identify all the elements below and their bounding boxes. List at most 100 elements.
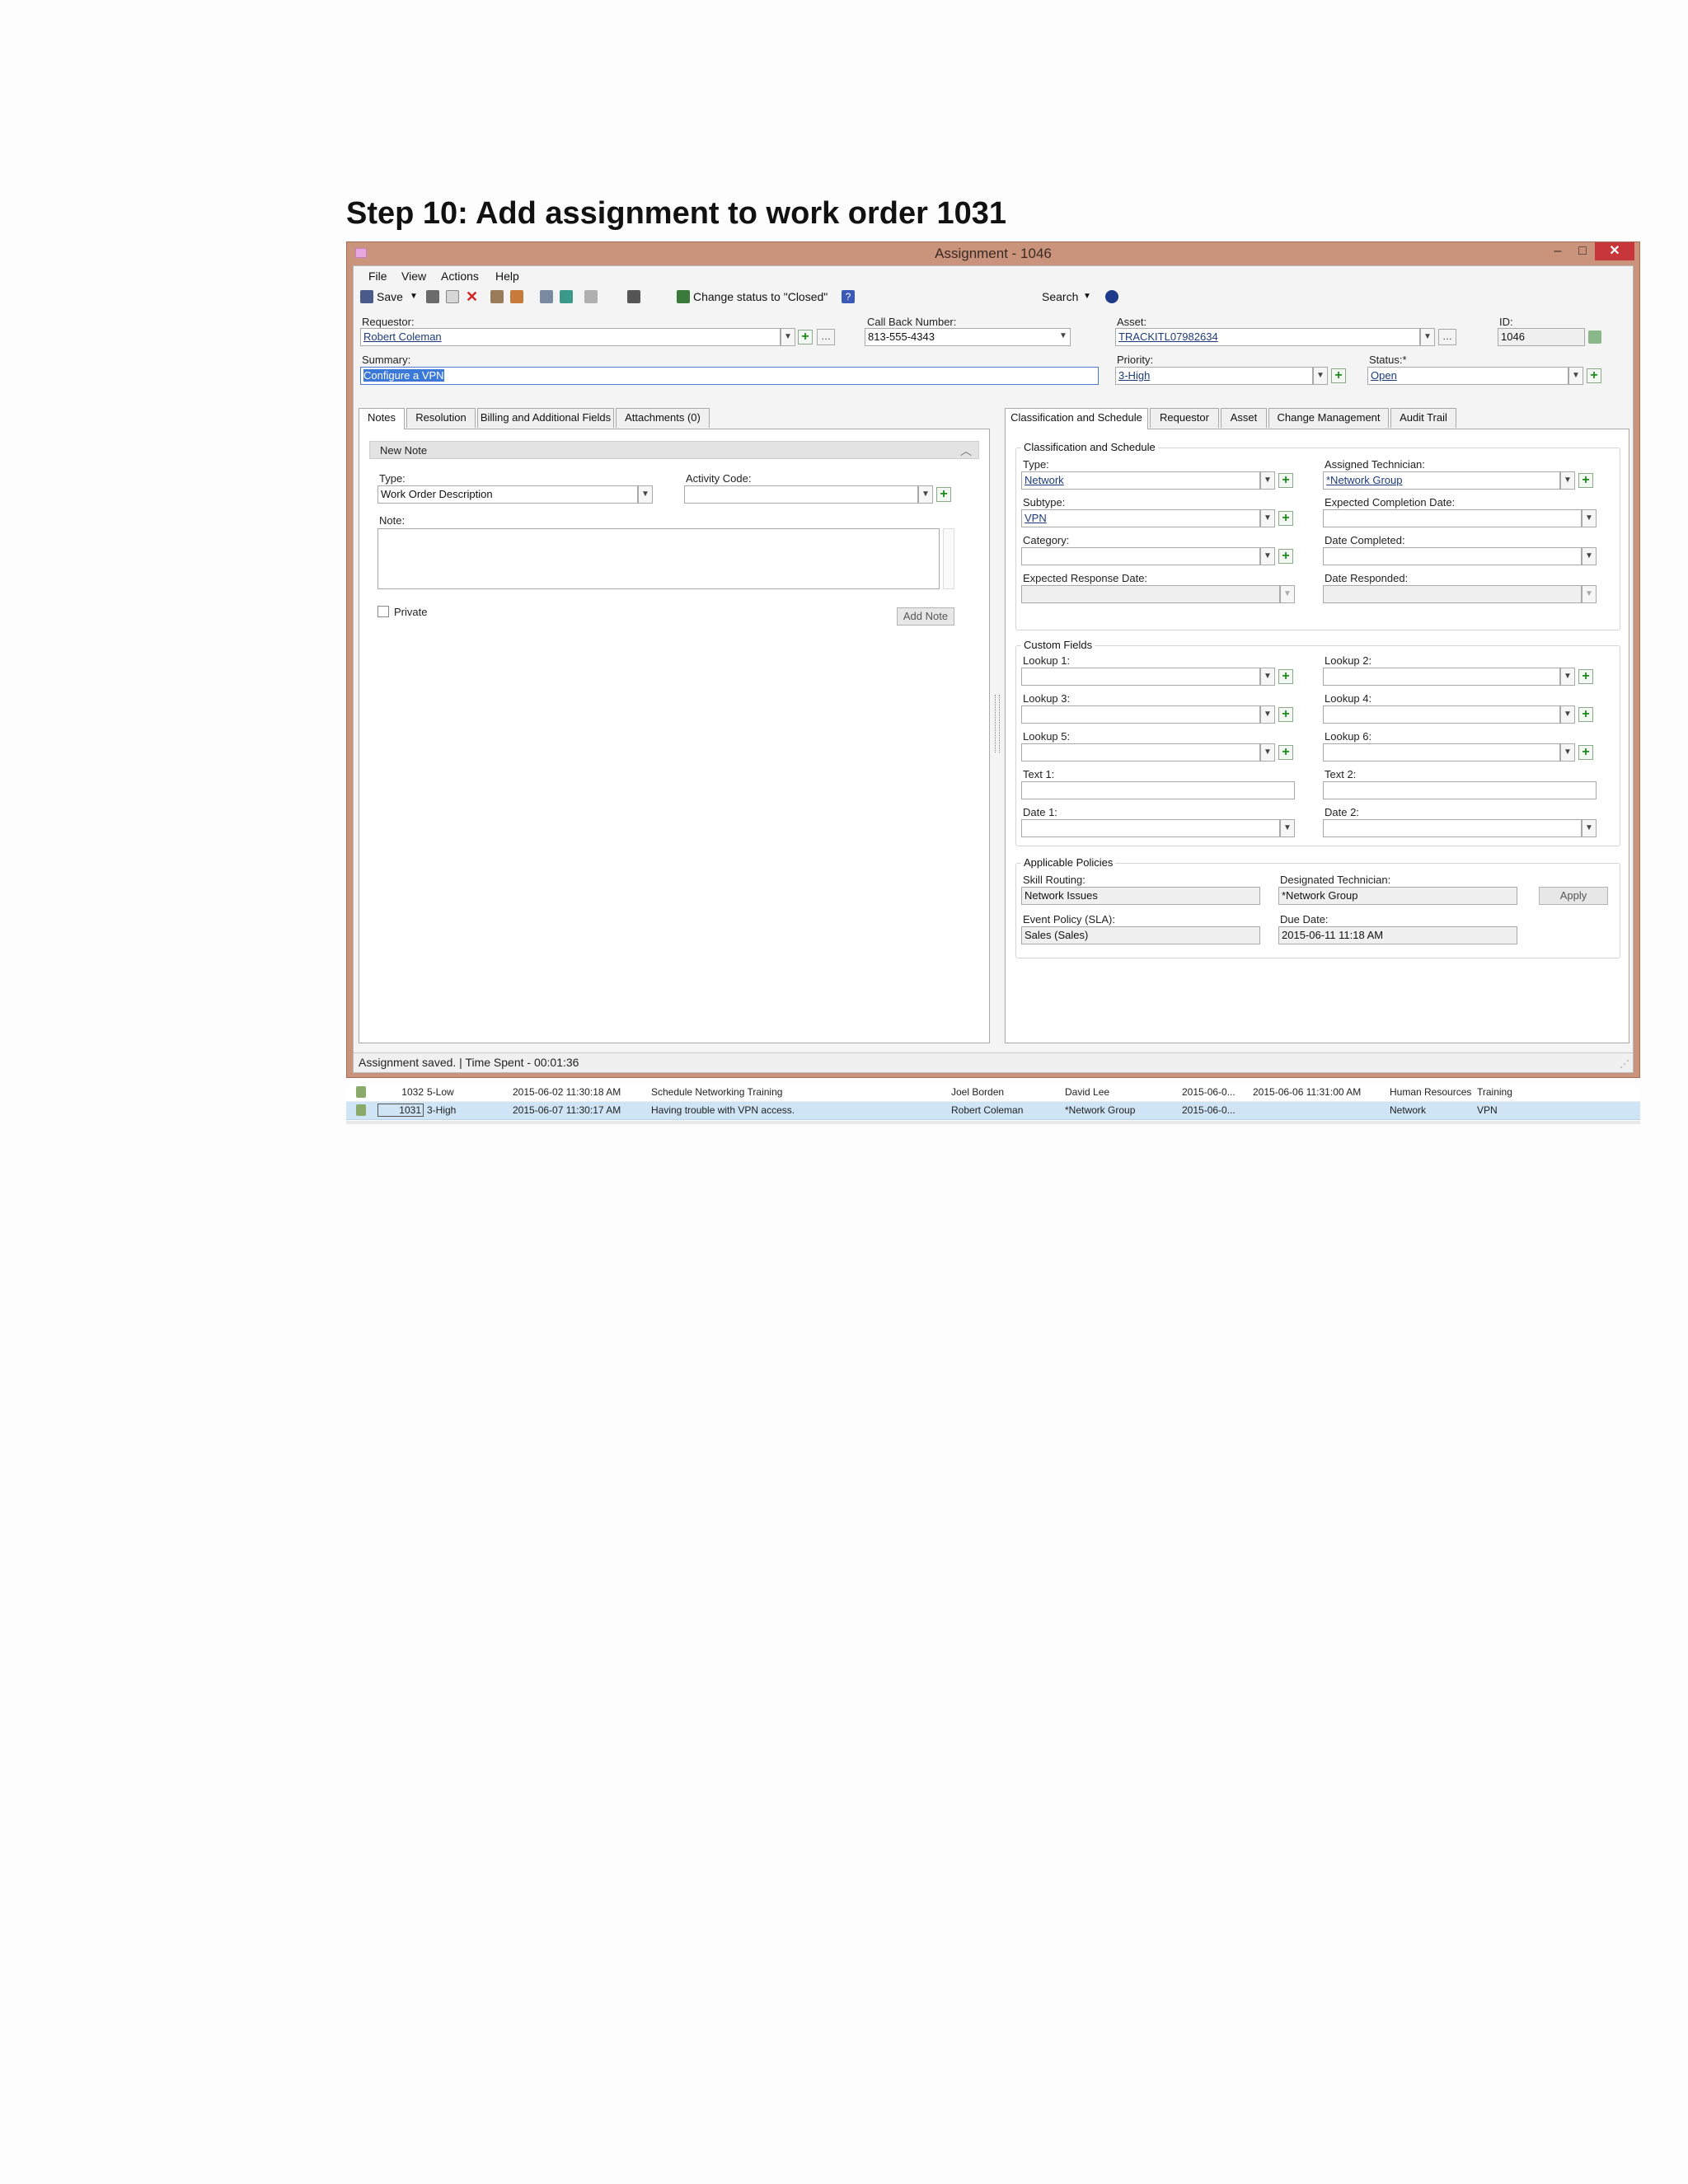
- note-scrollbar[interactable]: [943, 528, 954, 589]
- title-bar[interactable]: Assignment - 1046 – □ ✕: [347, 242, 1639, 265]
- save-dropdown-icon[interactable]: ▼: [410, 288, 418, 305]
- menu-view[interactable]: View: [401, 269, 426, 283]
- status-dropdown-icon[interactable]: ▼: [1568, 367, 1583, 385]
- expected-completion-dropdown-icon[interactable]: ▼: [1582, 509, 1597, 527]
- lookup2-dropdown-icon[interactable]: ▼: [1560, 668, 1575, 686]
- category-field[interactable]: [1021, 547, 1260, 565]
- asset-field[interactable]: TRACKITL07982634: [1115, 328, 1420, 346]
- menu-file[interactable]: File: [368, 269, 387, 283]
- activity-code-add-icon[interactable]: +: [936, 487, 951, 502]
- add-note-button[interactable]: Add Note: [897, 607, 954, 626]
- change-status-button[interactable]: Change status to "Closed": [693, 288, 828, 305]
- search-button[interactable]: Search: [1042, 288, 1078, 305]
- callback-dropdown-icon[interactable]: ▼: [1056, 328, 1071, 346]
- date2-field[interactable]: [1323, 819, 1582, 837]
- tab-asset[interactable]: Asset: [1221, 408, 1267, 428]
- lookup1-field[interactable]: [1021, 668, 1260, 686]
- lookup2-add-icon[interactable]: +: [1578, 669, 1593, 684]
- requestor-browse-button[interactable]: …: [817, 329, 835, 345]
- requestor-value[interactable]: Robert Coleman: [363, 330, 442, 343]
- apply-button[interactable]: Apply: [1539, 887, 1608, 905]
- lookup4-add-icon[interactable]: +: [1578, 707, 1593, 722]
- assign-icon[interactable]: [490, 290, 504, 303]
- type-field[interactable]: Network: [1021, 471, 1260, 490]
- asset-dropdown-icon[interactable]: ▼: [1420, 328, 1435, 346]
- date-completed-field[interactable]: [1323, 547, 1582, 565]
- priority-dropdown-icon[interactable]: ▼: [1313, 367, 1328, 385]
- tab-audit-trail[interactable]: Audit Trail: [1390, 408, 1456, 428]
- tab-classification[interactable]: Classification and Schedule: [1005, 408, 1148, 429]
- delete-icon[interactable]: ✕: [466, 288, 478, 305]
- note-textarea[interactable]: [377, 528, 940, 589]
- menu-actions[interactable]: Actions: [441, 269, 479, 283]
- date1-dropdown-icon[interactable]: ▼: [1280, 819, 1295, 837]
- category-dropdown-icon[interactable]: ▼: [1260, 547, 1275, 565]
- callback-field[interactable]: 813-555-4343: [865, 328, 1071, 346]
- lookup5-dropdown-icon[interactable]: ▼: [1260, 743, 1275, 762]
- category-add-icon[interactable]: +: [1278, 549, 1293, 564]
- lookup2-field[interactable]: [1323, 668, 1560, 686]
- lookup1-dropdown-icon[interactable]: ▼: [1260, 668, 1275, 686]
- lookup6-field[interactable]: [1323, 743, 1560, 762]
- subtype-field[interactable]: VPN: [1021, 509, 1260, 527]
- date2-dropdown-icon[interactable]: ▼: [1582, 819, 1597, 837]
- note-type-dropdown-icon[interactable]: ▼: [638, 485, 653, 504]
- table-row-selected[interactable]: 1031 3-High 2015-06-07 11:30:17 AM Havin…: [346, 1102, 1640, 1120]
- date-completed-dropdown-icon[interactable]: ▼: [1582, 547, 1597, 565]
- help-icon[interactable]: ?: [842, 290, 855, 303]
- monitor-icon[interactable]: [560, 290, 573, 303]
- resize-grip-icon[interactable]: ⋰: [1620, 1055, 1629, 1073]
- status-value[interactable]: Open: [1371, 369, 1397, 382]
- lookup5-field[interactable]: [1021, 743, 1260, 762]
- tab-attachments[interactable]: Attachments (0): [616, 408, 710, 428]
- expected-completion-field[interactable]: [1323, 509, 1582, 527]
- requestor-add-icon[interactable]: +: [798, 330, 813, 344]
- priority-field[interactable]: 3-High: [1115, 367, 1313, 385]
- print-icon[interactable]: [426, 290, 439, 303]
- refresh-id-icon[interactable]: [1588, 330, 1601, 344]
- splitter-handle[interactable]: [995, 695, 1000, 752]
- lookup3-dropdown-icon[interactable]: ▼: [1260, 705, 1275, 724]
- save-button[interactable]: Save: [377, 288, 403, 305]
- collapse-icon[interactable]: ︿: [960, 443, 972, 459]
- text1-field[interactable]: [1021, 781, 1295, 799]
- type-value[interactable]: Network: [1025, 474, 1064, 486]
- lookup4-dropdown-icon[interactable]: ▼: [1560, 705, 1575, 724]
- priority-value[interactable]: 3-High: [1118, 369, 1150, 382]
- assigned-technician-dropdown-icon[interactable]: ▼: [1560, 471, 1575, 490]
- date1-field[interactable]: [1021, 819, 1280, 837]
- priority-add-icon[interactable]: +: [1331, 368, 1346, 383]
- close-button[interactable]: ✕: [1595, 242, 1634, 260]
- requestor-dropdown-icon[interactable]: ▼: [781, 328, 795, 346]
- subtype-add-icon[interactable]: +: [1278, 511, 1293, 526]
- lookup4-field[interactable]: [1323, 705, 1560, 724]
- lookup5-add-icon[interactable]: +: [1278, 745, 1293, 760]
- tools-icon[interactable]: [540, 290, 553, 303]
- minimize-button[interactable]: –: [1545, 242, 1570, 260]
- assigned-technician-value[interactable]: *Network Group: [1326, 474, 1402, 486]
- activity-code-dropdown-icon[interactable]: ▼: [918, 485, 933, 504]
- asset-value[interactable]: TRACKITL07982634: [1118, 330, 1218, 343]
- assigned-technician-add-icon[interactable]: +: [1578, 473, 1593, 488]
- lookup6-dropdown-icon[interactable]: ▼: [1560, 743, 1575, 762]
- person-icon[interactable]: [510, 290, 523, 303]
- private-checkbox[interactable]: [377, 606, 389, 617]
- note-type-field[interactable]: Work Order Description: [377, 485, 638, 504]
- summary-field[interactable]: Configure a VPN: [360, 367, 1099, 385]
- new-note-header[interactable]: New Note ︿: [369, 441, 979, 459]
- table-row[interactable]: 1032 5-Low 2015-06-02 11:30:18 AM Schedu…: [346, 1084, 1640, 1102]
- lookup3-add-icon[interactable]: +: [1278, 707, 1293, 722]
- search-dropdown-icon[interactable]: ▼: [1083, 288, 1091, 305]
- copy-icon[interactable]: [446, 290, 459, 303]
- asset-browse-button[interactable]: …: [1438, 329, 1456, 345]
- tab-change-management[interactable]: Change Management: [1268, 408, 1389, 428]
- lookup6-add-icon[interactable]: +: [1578, 745, 1593, 760]
- summary-value[interactable]: Configure a VPN: [363, 369, 444, 382]
- subtype-value[interactable]: VPN: [1025, 512, 1047, 524]
- lookup1-add-icon[interactable]: +: [1278, 669, 1293, 684]
- assigned-technician-field[interactable]: *Network Group: [1323, 471, 1560, 490]
- type-add-icon[interactable]: +: [1278, 473, 1293, 488]
- lookup3-field[interactable]: [1021, 705, 1260, 724]
- type-dropdown-icon[interactable]: ▼: [1260, 471, 1275, 490]
- tab-billing[interactable]: Billing and Additional Fields: [477, 408, 614, 428]
